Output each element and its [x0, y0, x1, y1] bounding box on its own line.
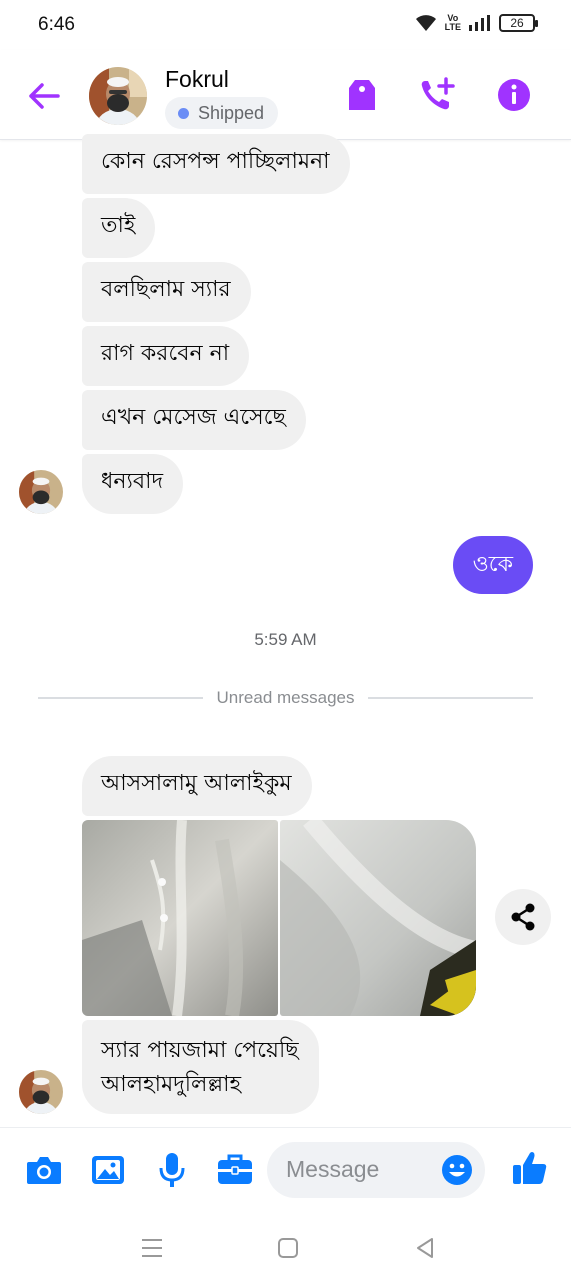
- share-button[interactable]: [495, 889, 551, 945]
- photo-attachment[interactable]: [82, 820, 278, 1016]
- emoji-icon[interactable]: [441, 1154, 473, 1186]
- label-chip[interactable]: Shipped: [165, 97, 279, 129]
- message-bubble[interactable]: এখন মেসেজ এসেছে: [82, 390, 306, 450]
- back-nav-button[interactable]: [411, 1234, 439, 1262]
- like-button[interactable]: [510, 1148, 550, 1188]
- share-icon: [511, 903, 535, 931]
- message-composer: Message: [0, 1127, 571, 1215]
- avatar-photo: [19, 1070, 63, 1114]
- call-button[interactable]: [418, 75, 458, 115]
- unread-label: Unread messages: [216, 688, 355, 707]
- message-bubble[interactable]: বলছিলাম স্যার: [82, 262, 251, 322]
- cloth-photo: [280, 820, 476, 1016]
- message-bubble[interactable]: তাই: [82, 198, 156, 258]
- signal-icon: [469, 15, 490, 31]
- avatar-photo: [19, 470, 63, 514]
- business-tools-button[interactable]: [215, 1150, 255, 1190]
- message-line: আলহামদুলিল্লাহ: [101, 1072, 242, 1097]
- info-icon: [498, 79, 530, 111]
- avatar-photo: [89, 67, 147, 125]
- message-timestamp: 5:59 AM: [254, 630, 317, 649]
- label-chip-text: Shipped: [198, 102, 265, 123]
- back-arrow-icon: [29, 83, 60, 109]
- unread-divider: Unread messages: [38, 688, 533, 708]
- message-input[interactable]: Message: [267, 1142, 485, 1198]
- status-icons: Vo LTE 26: [415, 13, 538, 32]
- gallery-icon: [92, 1156, 124, 1184]
- thumbs-up-icon: [513, 1152, 547, 1184]
- message-bubble[interactable]: কোন রেসপন্স পাচ্ছিলামনা: [82, 134, 350, 194]
- home-button[interactable]: [274, 1234, 302, 1262]
- contact-name[interactable]: Fokrul: [165, 66, 229, 93]
- message-bubble[interactable]: রাগ করবেন না: [82, 326, 250, 386]
- message-placeholder: Message: [286, 1156, 380, 1182]
- message-bubble[interactable]: ধন্যবাদ: [82, 454, 184, 514]
- contact-avatar[interactable]: [89, 67, 147, 125]
- message-line: স্যার পায়জামা পেয়েছি: [101, 1038, 299, 1063]
- divider-line: [368, 697, 533, 699]
- recents-button[interactable]: [138, 1234, 166, 1262]
- outgoing-message-bubble[interactable]: ওকে: [452, 536, 533, 594]
- microphone-icon: [159, 1153, 185, 1187]
- camera-icon: [27, 1157, 61, 1184]
- chat-header: Fokrul Shipped: [0, 50, 571, 140]
- voice-button[interactable]: [152, 1150, 192, 1190]
- message-bubble[interactable]: স্যার পায়জামা পেয়েছি আলহামদুলিল্লাহ: [82, 1020, 319, 1114]
- add-call-icon: [421, 77, 455, 110]
- info-button[interactable]: [494, 75, 534, 115]
- camera-button[interactable]: [24, 1150, 64, 1190]
- divider-line: [38, 697, 203, 699]
- message-bubble[interactable]: আসসালামু আলাইকুম: [82, 756, 312, 816]
- cloth-photo: [82, 820, 278, 1016]
- home-icon: [278, 1238, 298, 1258]
- back-button[interactable]: [26, 78, 62, 114]
- back-icon: [417, 1238, 433, 1258]
- status-bar: 6:46 Vo LTE 26: [0, 0, 571, 50]
- label-dot: [178, 107, 189, 119]
- sender-avatar[interactable]: [19, 470, 63, 514]
- status-time: 6:46: [38, 14, 75, 35]
- sender-avatar[interactable]: [19, 1070, 63, 1114]
- battery-indicator: 26: [499, 14, 538, 32]
- volte-indicator: Vo LTE: [444, 13, 461, 32]
- menu-icon: [142, 1239, 162, 1257]
- label-tag-icon: [349, 80, 375, 110]
- briefcase-icon: [218, 1154, 252, 1184]
- gallery-button[interactable]: [88, 1150, 128, 1190]
- wifi-icon: [415, 15, 436, 31]
- label-button[interactable]: [342, 75, 382, 115]
- photo-attachment[interactable]: [280, 820, 476, 1016]
- system-nav-bar: [0, 1215, 571, 1280]
